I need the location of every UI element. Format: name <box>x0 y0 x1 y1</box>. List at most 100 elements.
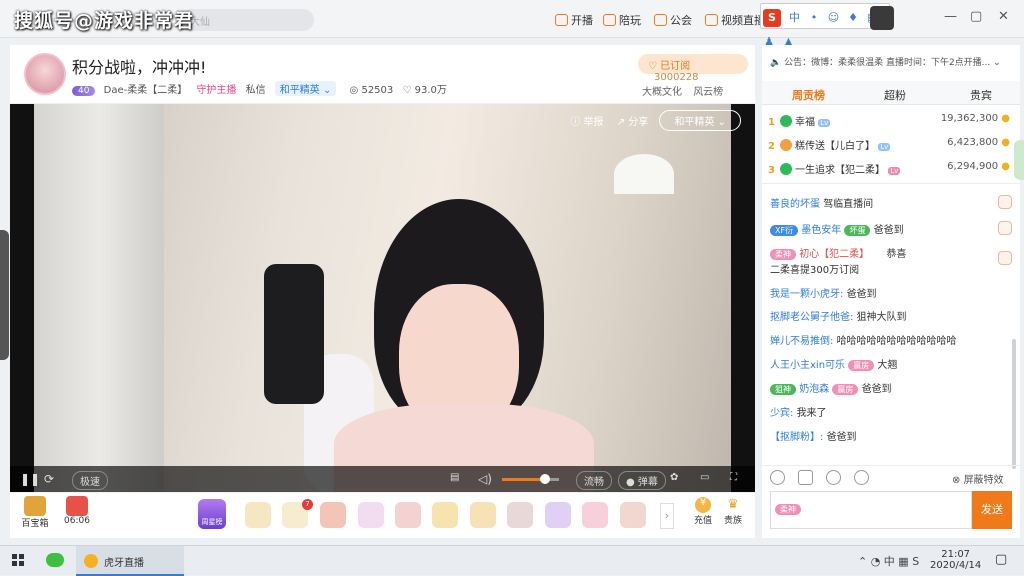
wechat-icon[interactable] <box>46 553 64 567</box>
nav-companion[interactable]: 陪玩 <box>603 12 641 28</box>
fans-count: ♡ 93.0万 <box>402 85 447 96</box>
culture-link[interactable]: 大概文化 <box>642 87 682 98</box>
nav-video-live[interactable]: 视频直播 <box>705 12 765 28</box>
rank-value: 6,294,900 ● <box>947 161 1010 172</box>
chat-side-badge <box>998 251 1012 265</box>
emoji-icon[interactable]: ☺ <box>827 11 841 25</box>
rank-value: 6,423,800 ● <box>947 137 1010 148</box>
tab-weekly[interactable]: 周贡榜 <box>792 87 825 103</box>
chat-scrollbar[interactable] <box>1012 339 1016 469</box>
rank-tabs: 周贡榜 超粉 贵宾 <box>762 81 1020 105</box>
treasure-box[interactable]: 百宝箱 <box>18 496 52 529</box>
sogou-s-icon[interactable]: S <box>763 9 781 27</box>
volume-slider[interactable] <box>540 474 550 484</box>
refresh-icon[interactable]: ⟳ <box>44 472 54 486</box>
gift-sword[interactable] <box>245 502 271 528</box>
maximize-icon[interactable]: ▢ <box>970 9 982 24</box>
gift-next-arrow[interactable]: › <box>660 503 674 529</box>
tab-superfans[interactable]: 超粉 <box>884 87 906 103</box>
camera-icon <box>555 14 568 26</box>
notification-icon[interactable]: ▢ <box>995 552 1007 567</box>
nav-guild[interactable]: 公会 <box>654 12 692 28</box>
web-fullscreen-icon[interactable]: ▭ <box>700 472 709 483</box>
tray-icons[interactable]: ⌃ ◔ 中 ▦ S <box>858 553 919 569</box>
gift-wand[interactable] <box>358 502 384 528</box>
level-badge: 40 <box>72 86 96 96</box>
notes-icon[interactable]: ▤ <box>450 472 459 483</box>
weekly-star-button[interactable]: 周星榜 <box>198 499 226 529</box>
input-fan-badge[interactable]: 柔神 <box>775 504 801 515</box>
quality-top-select[interactable]: 和平精英 ⌄ <box>659 110 741 131</box>
paw-icon[interactable] <box>826 470 841 485</box>
system-clock[interactable]: 21:07 2020/4/14 <box>930 549 981 571</box>
left-edge-handle[interactable] <box>0 230 9 360</box>
chat-side-badge <box>998 195 1012 209</box>
video-player[interactable]: ⓘ 举报 ↗ 分享 和平精英 ⌄ ❚❚ ⟳ 极速 ▤ ◁) 流畅 ● 弹幕 ✿ … <box>10 104 755 492</box>
speed-button[interactable]: 极速 <box>72 471 108 490</box>
viewers-count: ◎ 52503 <box>349 85 394 96</box>
recharge-button[interactable]: ¥ 充值 <box>688 497 718 526</box>
crown-icon: ♛ <box>727 497 739 512</box>
search-input[interactable]: 大仙 <box>180 9 314 31</box>
mic-icon[interactable]: ♦ <box>846 11 860 25</box>
taskbar-app-huya[interactable]: 虎牙直播 <box>76 546 184 576</box>
lamp <box>614 154 674 194</box>
streamer-name[interactable]: Dae-柔柔【二柔】 <box>104 85 188 96</box>
timer-box[interactable]: 06:06 <box>62 496 92 526</box>
streamer-avatar[interactable] <box>24 53 66 95</box>
font-style-icon[interactable] <box>854 470 869 485</box>
tab-vip[interactable]: 贵宾 <box>970 87 992 103</box>
subscribe-button[interactable]: ♡ 已订阅 3000228 <box>638 54 748 83</box>
chevron-down-icon: ⌄ <box>993 58 1001 68</box>
report-button[interactable]: ⓘ 举报 <box>570 117 603 128</box>
chat-message: XF衍 墨色安年 坏蛋 爸爸到 <box>770 221 1000 236</box>
gift-potion[interactable] <box>395 502 421 528</box>
rank-row[interactable]: 1 幸福 Lv <box>768 113 831 128</box>
windows-taskbar: 虎牙直播 ⌃ ◔ 中 ▦ S 21:07 2020/4/14 ▢ <box>0 545 1024 576</box>
curtain <box>34 104 164 492</box>
chat-message: 柔神 初心【犯二柔】 恭喜 <box>770 245 1000 260</box>
gift-book[interactable] <box>545 502 571 528</box>
minimize-icon[interactable]: — <box>944 9 957 24</box>
gift-heart[interactable] <box>320 502 346 528</box>
gift-box[interactable] <box>507 502 533 528</box>
shield-effects-toggle[interactable]: ⊗ 屏蔽特效 <box>952 471 1004 486</box>
chinese-mode-icon[interactable]: 中 <box>788 9 802 24</box>
guild-icon <box>654 14 667 26</box>
category-tag[interactable]: 和平精英 ⌄ <box>274 81 337 96</box>
notice-bar[interactable]: 🔈 公告：微博：柔柔很温柔 直播时间：下午2点开播... ⌄ <box>770 55 1001 68</box>
nav-start-stream[interactable]: 开播 <box>555 12 593 28</box>
guard-link[interactable]: 守护主播 <box>196 85 236 96</box>
message-link[interactable]: 私信 <box>246 85 266 96</box>
volume-icon[interactable]: ◁) <box>478 472 492 486</box>
close-icon[interactable]: ✕ <box>998 9 1009 24</box>
danmu-toggle[interactable]: ● 弹幕 <box>618 471 666 490</box>
chat-bubble-icon[interactable] <box>798 470 813 485</box>
quality-bottom-select[interactable]: 流畅 <box>576 471 612 490</box>
pause-icon[interactable]: ❚❚ <box>20 472 40 486</box>
gift-effect-icon[interactable]: ✿ <box>670 472 678 483</box>
ranking-link[interactable]: 风云榜 <box>693 87 723 98</box>
share-button[interactable]: ↗ 分享 <box>617 117 649 128</box>
rank-row[interactable]: 2 糕传送【儿白了】 Lv <box>768 137 891 152</box>
fan-badge-icon <box>780 115 792 127</box>
user-avatar[interactable] <box>870 6 894 30</box>
emoji-icon[interactable] <box>770 470 785 485</box>
gift-trophy[interactable] <box>432 502 458 528</box>
stream-frame <box>34 104 731 492</box>
gift-candy[interactable] <box>582 502 608 528</box>
send-button[interactable]: 发送 <box>972 491 1012 529</box>
chat-input[interactable]: 柔神 <box>770 491 972 529</box>
noble-button[interactable]: ♛ 贵族 <box>718 497 748 526</box>
fullscreen-icon[interactable]: ⛶ <box>730 472 737 483</box>
gift-ship[interactable] <box>470 502 496 528</box>
gift-count-badge: 7 <box>302 499 313 510</box>
right-edge-handle[interactable] <box>1014 140 1024 180</box>
punctuation-icon[interactable]: • <box>807 11 821 25</box>
rank-row[interactable]: 3 一生追求【犯二柔】 Lv <box>768 161 901 176</box>
streamer-info: 40 Dae-柔柔【二柔】 守护主播 私信 和平精英 ⌄ ◎ 52503 ♡ 9… <box>72 81 447 96</box>
gift-rocket[interactable] <box>620 502 646 528</box>
chat-message: 婵儿不易推倒: 哈哈哈哈哈哈哈哈哈哈哈哈 <box>770 336 957 347</box>
windows-start-icon[interactable] <box>12 554 24 566</box>
microphone <box>264 264 324 404</box>
